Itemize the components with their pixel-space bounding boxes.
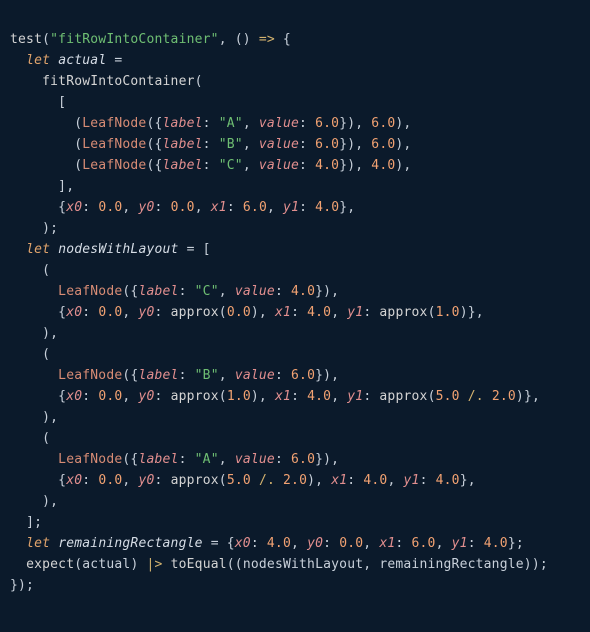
line: ], — [10, 179, 74, 194]
line: ); — [10, 221, 58, 236]
line: ( — [10, 347, 50, 362]
line: (LeafNode({label: "B", value: 6.0}), 6.0… — [10, 137, 411, 152]
line: (LeafNode({label: "C", value: 4.0}), 4.0… — [10, 158, 411, 173]
fn-expect: expect — [26, 557, 74, 572]
var-actual: actual — [58, 53, 106, 68]
line: }); — [10, 578, 34, 593]
line: (LeafNode({label: "A", value: 6.0}), 6.0… — [10, 116, 411, 131]
line: ( — [10, 263, 50, 278]
code-block: test("fitRowIntoContainer", () => { let … — [0, 0, 590, 606]
let-keyword: let — [26, 53, 50, 68]
line: {x0: 0.0, y0: approx(0.0), x1: 4.0, y1: … — [10, 305, 484, 320]
line: fitRowIntoContainer( — [10, 74, 203, 89]
line: {x0: 0.0, y0: 0.0, x1: 6.0, y1: 4.0}, — [10, 200, 355, 215]
line: ]; — [10, 515, 42, 530]
pipe-op: |> — [147, 557, 163, 572]
line: expect(actual) |> toEqual((nodesWithLayo… — [10, 557, 548, 572]
line: LeafNode({label: "A", value: 6.0}), — [10, 452, 339, 467]
line: ( — [10, 431, 50, 446]
var-remainingRectangle: remainingRectangle — [58, 536, 202, 551]
line: LeafNode({label: "B", value: 6.0}), — [10, 368, 339, 383]
line: {x0: 0.0, y0: approx(1.0), x1: 4.0, y1: … — [10, 389, 540, 404]
fn-toEqual: toEqual — [171, 557, 227, 572]
line: let nodesWithLayout = [ — [10, 242, 211, 257]
line: ), — [10, 494, 58, 509]
string-literal: "fitRowIntoContainer" — [50, 32, 219, 47]
line: let actual = — [10, 53, 122, 68]
fn-test: test — [10, 32, 42, 47]
line: ), — [10, 326, 58, 341]
line: [ — [10, 95, 66, 110]
leafnode-id: LeafNode — [82, 116, 146, 131]
var-nodesWithLayout: nodesWithLayout — [58, 242, 178, 257]
arrow-op: => — [259, 32, 275, 47]
line: {x0: 0.0, y0: approx(5.0 /. 2.0), x1: 4.… — [10, 473, 476, 488]
line: LeafNode({label: "C", value: 4.0}), — [10, 284, 339, 299]
line: ), — [10, 410, 58, 425]
line: let remainingRectangle = {x0: 4.0, y0: 0… — [10, 536, 524, 551]
div-op: /. — [468, 389, 484, 404]
line: test("fitRowIntoContainer", () => { — [10, 32, 291, 47]
fn-fitRowIntoContainer: fitRowIntoContainer — [42, 74, 195, 89]
